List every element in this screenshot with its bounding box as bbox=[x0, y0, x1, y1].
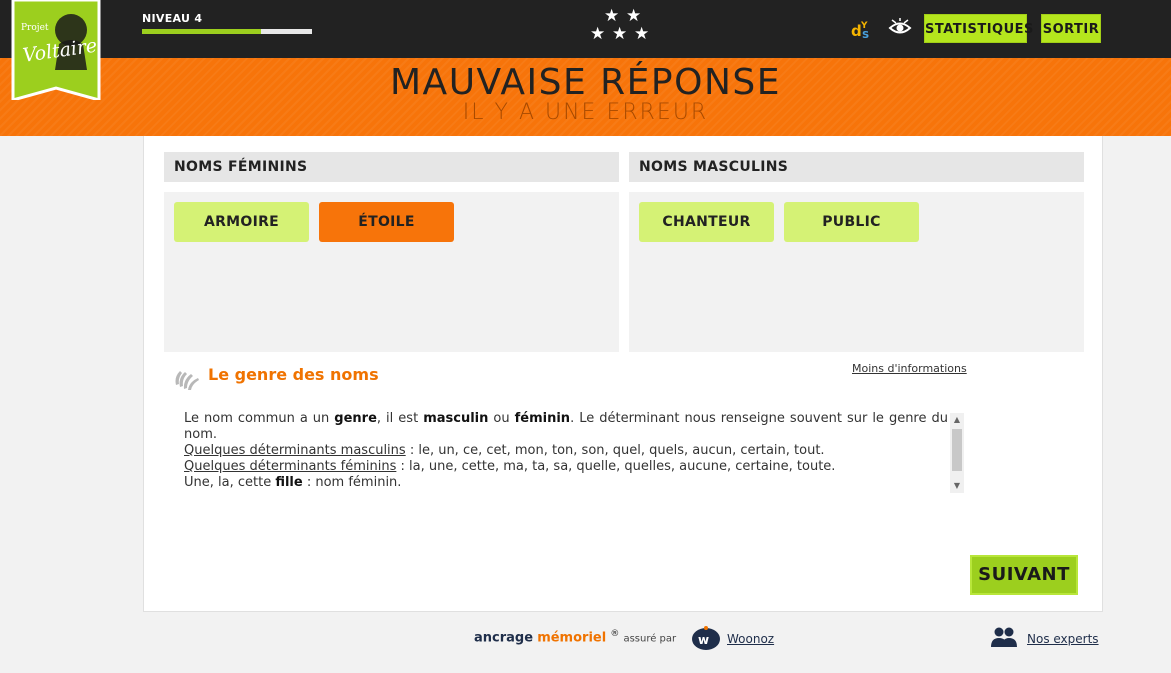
experts-icon bbox=[991, 627, 1017, 647]
scroll-up-arrow-icon[interactable]: ▲ bbox=[950, 413, 964, 427]
star-icon: ★ bbox=[626, 6, 642, 26]
feminine-drop-zone[interactable]: ARMOIRE ÉTOILE bbox=[164, 192, 619, 352]
masculine-drop-zone[interactable]: CHANTEUR PUBLIC bbox=[629, 192, 1084, 352]
level-label: NIVEAU 4 bbox=[142, 12, 203, 25]
exercise-card: NOMS FÉMININS NOMS MASCULINS ARMOIRE ÉTO… bbox=[143, 136, 1103, 612]
masculine-determiners-label: Quelques déterminants masculins bbox=[184, 443, 406, 458]
info-title: Le genre des noms bbox=[208, 365, 379, 384]
word-chip-armoire[interactable]: ARMOIRE bbox=[174, 202, 309, 242]
statistics-button[interactable]: STATISTIQUES bbox=[924, 14, 1033, 43]
scroll-thumb[interactable] bbox=[952, 429, 962, 471]
star-icon: ★ bbox=[590, 24, 606, 44]
footer-brand: ancrage mémoriel ® assuré par bbox=[474, 629, 677, 646]
feminine-determiners-label: Quelques déterminants féminins bbox=[184, 459, 397, 474]
word-chip-etoile[interactable]: ÉTOILE bbox=[319, 202, 454, 242]
logo-text-top: Projet bbox=[21, 23, 49, 33]
star-icon: ★ bbox=[604, 6, 620, 26]
star-icon: ★ bbox=[612, 24, 628, 44]
svg-text:S: S bbox=[862, 30, 869, 40]
top-bar: NIVEAU 4 ★ ★ ★ ★ ★ d Y S STATISTIQUES SO… bbox=[0, 0, 1171, 58]
level-progress-bar bbox=[142, 29, 312, 34]
next-button[interactable]: SUIVANT bbox=[970, 555, 1078, 595]
explanation-scrollbar[interactable]: ▲ ▼ bbox=[950, 413, 964, 493]
rule-explanation-box[interactable]: Le nom commun a un genre, il est masculi… bbox=[182, 411, 964, 495]
feminine-column-header: NOMS FÉMININS bbox=[164, 152, 619, 182]
svg-text:w: w bbox=[698, 633, 709, 647]
result-subtitle: IL Y A UNE ERREUR bbox=[462, 100, 709, 125]
scroll-down-arrow-icon[interactable]: ▼ bbox=[950, 479, 964, 493]
rule-explanation-text: Le nom commun a un genre, il est masculi… bbox=[184, 411, 948, 490]
result-title: MAUVAISE RÉPONSE bbox=[390, 62, 781, 103]
less-info-link[interactable]: Moins d'informations bbox=[852, 362, 967, 375]
dys-icon[interactable]: d Y S bbox=[850, 18, 874, 40]
stars-rating: ★ ★ ★ ★ ★ bbox=[586, 6, 654, 44]
word-chip-chanteur[interactable]: CHANTEUR bbox=[639, 202, 774, 242]
experts-link[interactable]: Nos experts bbox=[1027, 632, 1099, 646]
word-chip-public[interactable]: PUBLIC bbox=[784, 202, 919, 242]
exit-button[interactable]: SORTIR bbox=[1041, 14, 1101, 43]
masculine-column-header: NOMS MASCULINS bbox=[629, 152, 1084, 182]
hands-icon bbox=[175, 371, 199, 390]
eye-icon[interactable] bbox=[888, 17, 912, 39]
level-progress-fill bbox=[142, 29, 261, 34]
star-icon: ★ bbox=[634, 24, 650, 44]
voltaire-logo[interactable]: Projet Voltaire bbox=[11, 0, 101, 100]
woonoz-logo-icon[interactable]: w bbox=[691, 625, 721, 651]
woonoz-link[interactable]: Woonoz bbox=[727, 632, 774, 646]
